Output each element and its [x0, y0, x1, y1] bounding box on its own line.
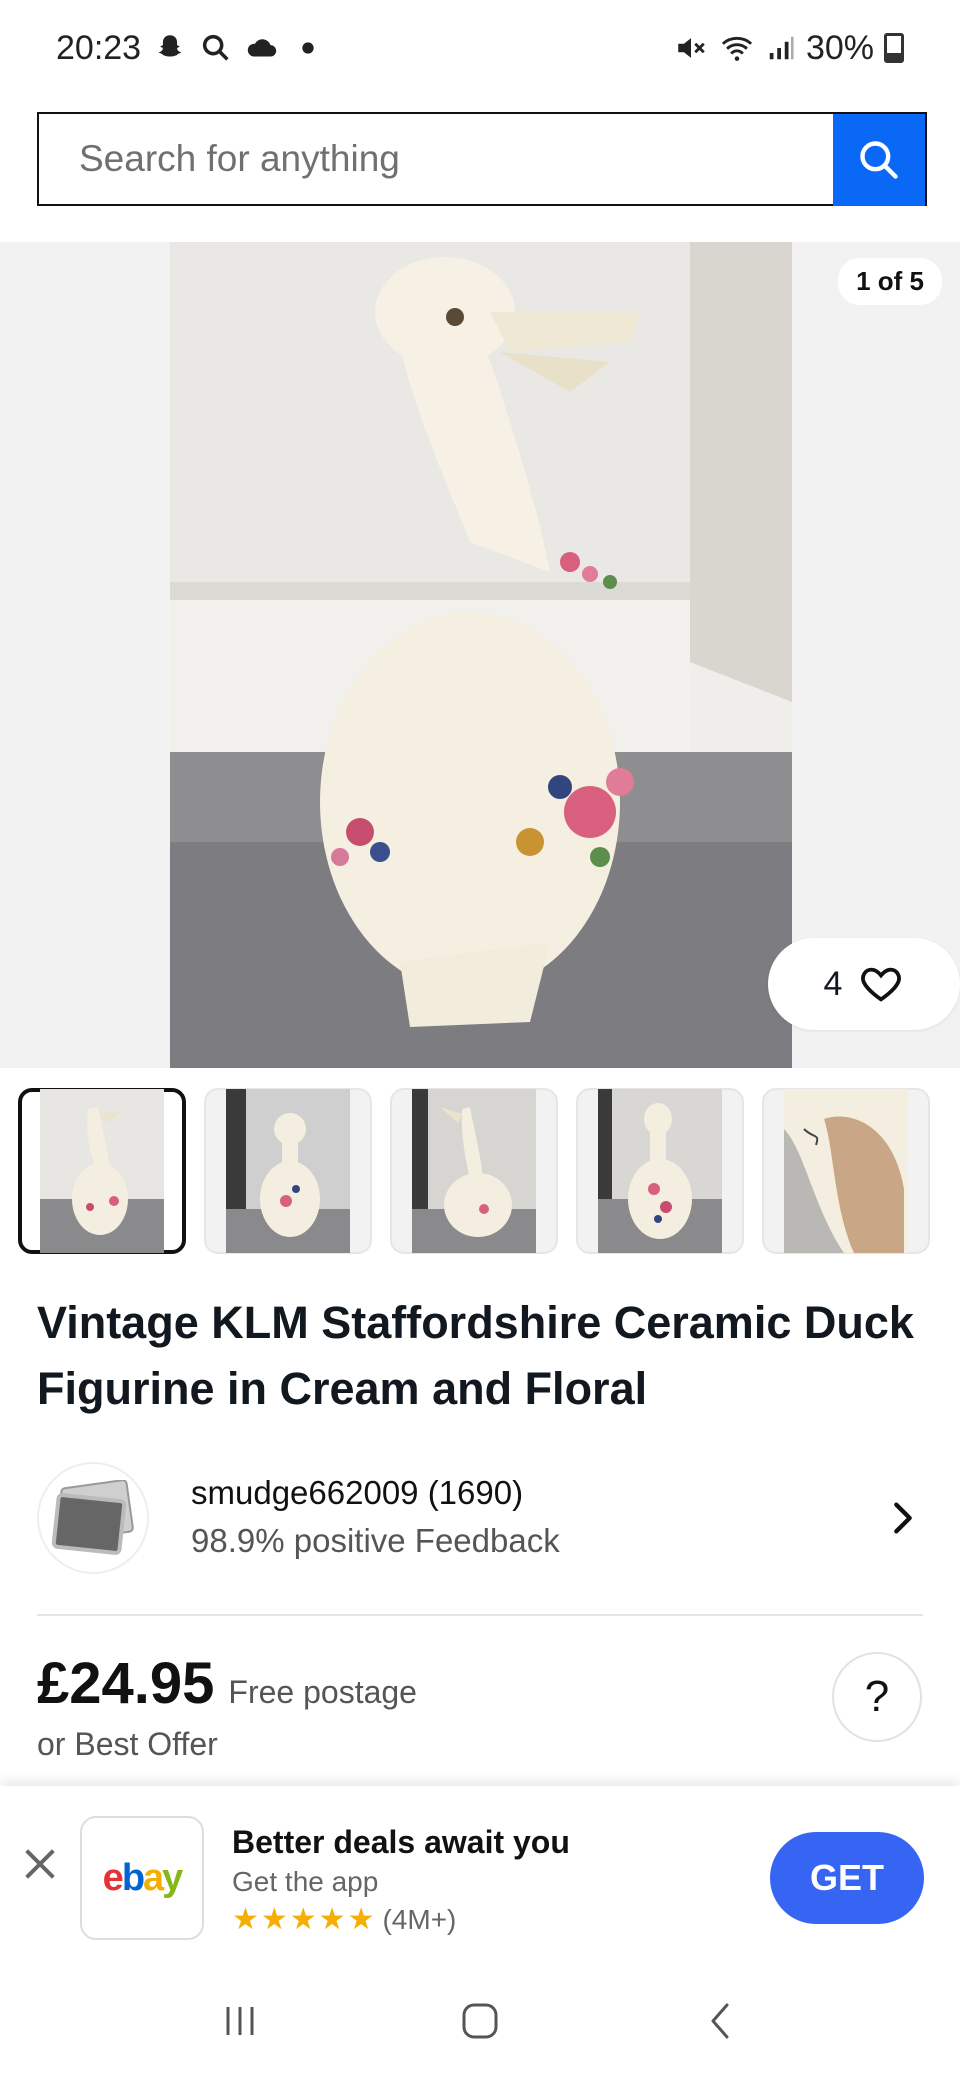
price: £24.95 [37, 1651, 215, 1716]
back-icon [711, 2003, 729, 2039]
app-banner: ebay Better deals await you Get the app … [0, 1786, 960, 1962]
help-button[interactable]: ? [832, 1652, 922, 1742]
divider [37, 1614, 923, 1616]
back-button[interactable] [690, 1991, 750, 2051]
thumbnail-strip [18, 1088, 960, 1254]
question-icon: ? [864, 1672, 890, 1721]
chevron-right-icon [894, 1502, 912, 1534]
mute-icon [678, 38, 705, 58]
rating-count: (4M+) [382, 1903, 457, 1935]
thumbnail-4[interactable] [576, 1088, 744, 1254]
product-title: Vintage KLM Staffordshire Ceramic Duck F… [37, 1297, 914, 1414]
home-icon [462, 2003, 498, 2039]
postage: Free postage [228, 1674, 417, 1710]
duck-figurine-image [170, 242, 792, 1068]
thumbnail-1[interactable] [18, 1088, 186, 1254]
search-bar [37, 112, 927, 206]
status-bar: 20:23 30% [0, 0, 960, 96]
seller-avatar [37, 1462, 149, 1574]
image-counter: 1 of 5 [838, 258, 942, 305]
battery-icon [884, 33, 904, 63]
photo-icon [51, 1480, 134, 1555]
search-button[interactable] [833, 114, 925, 206]
thumbnail-image [784, 1089, 908, 1253]
seller-row[interactable]: smudge662009 (1690) 98.9% positive Feedb… [37, 1460, 923, 1576]
heart-icon [861, 967, 902, 1002]
thumbnail-2[interactable] [204, 1088, 372, 1254]
banner-subtitle: Get the app [232, 1866, 379, 1897]
search-status-icon [202, 34, 229, 61]
best-offer-label: or Best Offer [37, 1726, 218, 1762]
signal-icon [769, 36, 794, 60]
price-row: £24.95 Free postage [37, 1650, 417, 1717]
status-right: 30% [674, 29, 904, 68]
watch-count: 4 [823, 964, 843, 1003]
status-left: 20:23 [56, 29, 325, 68]
star-rating-icon: ★★★★★ [232, 1903, 377, 1936]
banner-title: Better deals await you [232, 1824, 570, 1860]
app-rating: ★★★★★ (4M+) [232, 1902, 456, 1937]
cloud-icon [247, 39, 277, 57]
product-photo[interactable] [170, 242, 792, 1068]
ebay-logo: ebay [80, 1816, 204, 1940]
recent-apps-button[interactable] [210, 1991, 270, 2051]
dot-icon [302, 42, 314, 54]
watch-button[interactable]: 4 [768, 938, 960, 1030]
snapchat-icon [158, 35, 182, 57]
thumbnail-3[interactable] [390, 1088, 558, 1254]
thumbnail-image [412, 1089, 536, 1253]
seller-info: smudge662009 (1690) 98.9% positive Feedb… [191, 1470, 883, 1566]
battery-percent: 30% [805, 28, 874, 67]
seller-feedback: 98.9% positive Feedback [191, 1522, 560, 1559]
thumbnail-image [598, 1089, 722, 1253]
search-input[interactable] [39, 114, 833, 204]
system-nav-bar [0, 1962, 960, 2080]
search-icon [860, 141, 898, 179]
thumbnail-image [226, 1089, 350, 1253]
thumbnail-5[interactable] [762, 1088, 930, 1254]
home-button[interactable] [450, 1991, 510, 2051]
recent-apps-icon [226, 2007, 254, 2035]
wifi-icon [721, 36, 753, 61]
thumbnail-image [40, 1089, 164, 1253]
get-app-button[interactable]: GET [770, 1832, 924, 1924]
seller-name: smudge662009 (1690) [191, 1474, 524, 1511]
close-icon[interactable] [20, 1844, 60, 1884]
clock: 20:23 [56, 28, 142, 67]
